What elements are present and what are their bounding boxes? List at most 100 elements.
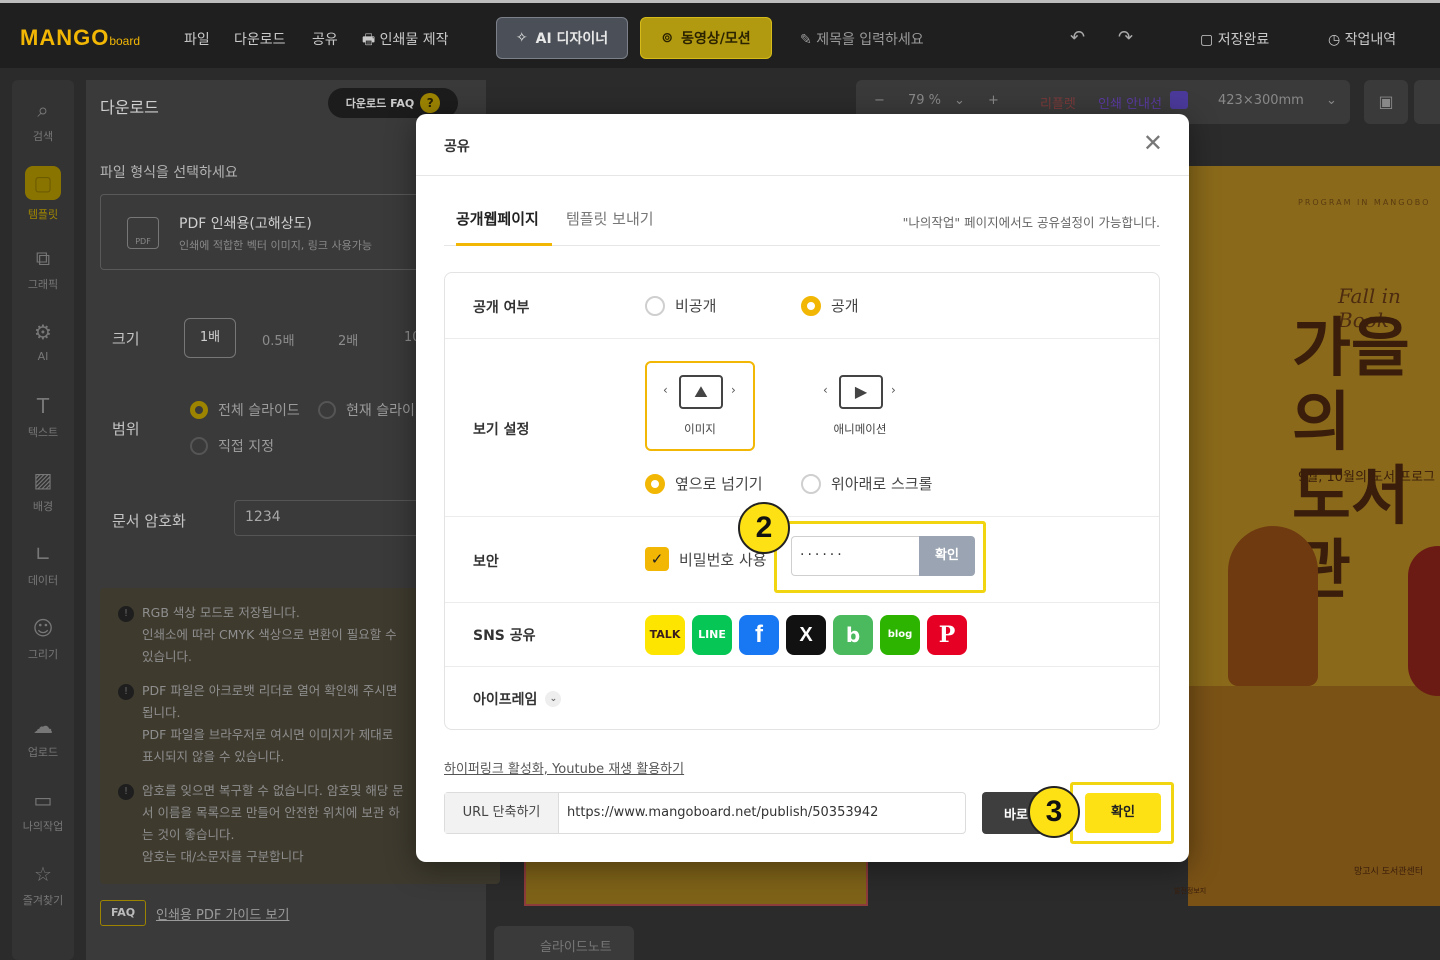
- ok-button[interactable]: 확인: [1085, 793, 1161, 833]
- rail-item-search[interactable]: ⌕ 검색: [12, 98, 74, 144]
- rail-item-label: 배경: [32, 500, 54, 513]
- note-pdf-text: PDF 파일은 아크로뱃 리더로 열어 확인해 주시면 됩니다. PDF 파일을…: [142, 683, 398, 764]
- menu-download[interactable]: 다운로드: [234, 29, 286, 49]
- scroll-horizontal-label: 옆으로 넘기기: [675, 475, 763, 493]
- url-shorten-button[interactable]: URL 단축하기: [445, 793, 559, 833]
- line-share-button[interactable]: LINE: [692, 615, 732, 655]
- search-icon: ⌕: [37, 98, 49, 122]
- rail-item-my-work[interactable]: ▭ 나의작업: [12, 788, 74, 834]
- document-title-input[interactable]: ✎ 제목을 입력하세요: [800, 29, 924, 49]
- close-icon[interactable]: ✕: [1143, 130, 1163, 156]
- menu-share[interactable]: 공유: [312, 29, 338, 49]
- rail-item-ai[interactable]: ⚙ AI: [12, 320, 74, 363]
- radio-dot: [190, 437, 208, 455]
- ai-designer-label: AI 디자이너: [535, 31, 609, 47]
- menu-print[interactable]: 🖶 인쇄물 제작: [362, 29, 449, 53]
- scroll-horizontal-radio[interactable]: 옆으로 넘기기: [645, 473, 763, 494]
- print-guide-checkbox[interactable]: [1170, 91, 1188, 109]
- radio-dot: [318, 401, 336, 419]
- view-option-animation[interactable]: ‹ ▶ › 애니메이션: [805, 361, 915, 451]
- rail-item-label: 데이터: [27, 574, 59, 587]
- history-button[interactable]: ◷ 작업내역: [1328, 29, 1396, 49]
- password-confirm-button[interactable]: 확인: [919, 536, 975, 576]
- iframe-row: 아이프레임 ⌄: [445, 667, 1159, 729]
- note-pdf: ! PDF 파일은 아크로뱃 리더로 열어 확인해 주시면 됩니다. PDF 파일…: [118, 680, 406, 768]
- chevron-down-icon[interactable]: ⌄: [954, 93, 965, 108]
- rail-item-graphic[interactable]: ⧉ 그래픽: [12, 246, 74, 292]
- public-radio[interactable]: 공개: [801, 295, 859, 316]
- chevron-left-icon: ‹: [663, 383, 668, 397]
- view-setting-label: 보기 설정: [473, 422, 530, 438]
- rail-item-background[interactable]: ▨ 배경: [12, 468, 74, 514]
- blog-share-button[interactable]: blog: [880, 615, 920, 655]
- zoom-out-icon[interactable]: −: [874, 93, 885, 108]
- radio-dot: [801, 295, 821, 316]
- save-status[interactable]: ▢ 저장완료: [1200, 29, 1269, 49]
- tab-send-template[interactable]: 템플릿 보내기: [566, 208, 654, 246]
- print-guide-toggle[interactable]: 인쇄 안내선: [1098, 93, 1162, 112]
- page-size[interactable]: 423×300mm: [1218, 93, 1304, 108]
- range-all-label: 전체 슬라이드: [218, 403, 300, 419]
- zoom-in-icon[interactable]: +: [988, 93, 999, 108]
- pdf-guide-link[interactable]: 인쇄용 PDF 가이드 보기: [156, 904, 289, 923]
- kakaotalk-share-button[interactable]: TALK: [645, 615, 685, 655]
- poster-tag: PROGRAM IN MANGOBO: [1298, 198, 1431, 207]
- stack-icon[interactable]: [1414, 80, 1440, 124]
- band-share-button[interactable]: b: [833, 615, 873, 655]
- view-setting-row: 보기 설정 ‹ ⛰ › 이미지 ‹ ▶ › 애니메이션 옆으로 넘기기 위아래로…: [445, 339, 1159, 517]
- x-share-button[interactable]: X: [786, 615, 826, 655]
- url-value[interactable]: https://www.mangoboard.net/publish/50353…: [567, 805, 878, 820]
- password-input[interactable]: ······: [791, 536, 919, 576]
- ai-designer-button[interactable]: ✧ AI 디자이너: [496, 17, 628, 59]
- scroll-vertical-radio[interactable]: 위아래로 스크롤: [801, 473, 932, 494]
- share-modal: 공유 ✕ 공개웹페이지 템플릿 보내기 "나의작업" 페이지에서도 공유설정이 …: [416, 114, 1189, 862]
- background-icon: ▨: [33, 468, 53, 492]
- video-motion-label: 동영상/모션: [681, 31, 751, 47]
- facebook-share-button[interactable]: f: [739, 615, 779, 655]
- menu-file[interactable]: 파일: [184, 29, 210, 49]
- zoom-level[interactable]: 79 %: [908, 93, 941, 108]
- pinterest-share-button[interactable]: P: [927, 615, 967, 655]
- tab-public-webpage[interactable]: 공개웹페이지: [456, 208, 552, 246]
- rail-item-template[interactable]: ▢ 템플릿: [12, 166, 74, 222]
- printer-icon: 🖶: [362, 32, 380, 48]
- layers-icon[interactable]: ▣: [1364, 80, 1408, 124]
- question-icon: ?: [420, 93, 441, 113]
- size-option-0-5x[interactable]: 0.5배: [262, 330, 295, 349]
- chevron-down-icon[interactable]: ⌄: [1326, 93, 1337, 108]
- rail-item-data[interactable]: ∟ 데이터: [12, 542, 74, 588]
- rail-item-draw[interactable]: ☺ 그리기: [12, 616, 74, 662]
- private-radio[interactable]: 비공개: [645, 295, 716, 316]
- slide-note-tab[interactable]: 슬라이드노트: [494, 926, 634, 960]
- use-password-checkbox[interactable]: ✓ 비밀번호 사용: [645, 547, 767, 571]
- chevron-left-icon: ‹: [823, 383, 828, 397]
- poster-subtitle: 9월, 10월의 도서 프로그: [1298, 470, 1436, 485]
- share-settings-box: 공개 여부 비공개 공개 보기 설정 ‹ ⛰ › 이미지 ‹ ▶ › 애니메이션…: [444, 272, 1160, 730]
- size-option-2x[interactable]: 2배: [338, 330, 358, 349]
- radio-dot: [801, 473, 821, 494]
- note-password: ! 암호를 잊으면 복구할 수 없습니다. 암호및 해당 문서 이름을 목록으로 …: [118, 780, 406, 868]
- iframe-toggle[interactable]: 아이프레임 ⌄: [473, 689, 562, 709]
- view-option-image[interactable]: ‹ ⛰ › 이미지: [645, 361, 755, 451]
- public-label: 공개: [831, 297, 859, 315]
- range-custom-radio[interactable]: 직접 지정: [190, 436, 274, 456]
- redo-icon[interactable]: ↷: [1118, 27, 1133, 48]
- range-current-radio[interactable]: 현재 슬라이: [318, 400, 415, 420]
- rail-item-label: 텍스트: [27, 426, 59, 439]
- undo-icon[interactable]: ↶: [1070, 27, 1085, 48]
- faq-tag: FAQ: [100, 900, 146, 926]
- document-title-placeholder: 제목을 입력하세요: [816, 32, 924, 48]
- rail-item-text[interactable]: T 텍스트: [12, 394, 74, 440]
- rail-item-upload[interactable]: ☁ 업로드: [12, 714, 74, 760]
- range-all-radio[interactable]: 전체 슬라이드: [190, 400, 300, 420]
- password-highlight: ······ 확인: [774, 521, 986, 593]
- rail-item-favorite[interactable]: ☆ 즐겨찾기: [12, 862, 74, 908]
- chevron-right-icon: ›: [731, 383, 736, 397]
- url-field: URL 단축하기 https://www.mangoboard.net/publ…: [444, 792, 966, 834]
- leaflet-toggle[interactable]: 리플렛: [1040, 93, 1076, 112]
- video-motion-button[interactable]: ⊚ 동영상/모션: [640, 17, 772, 59]
- mangoboard-logo[interactable]: MANGOboard: [20, 25, 140, 51]
- size-option-1x[interactable]: 1배: [184, 318, 236, 358]
- hyperlink-guide-link[interactable]: 하이퍼링크 활성화, Youtube 재생 활용하기: [444, 758, 684, 777]
- ai-icon: ⚙: [34, 320, 52, 344]
